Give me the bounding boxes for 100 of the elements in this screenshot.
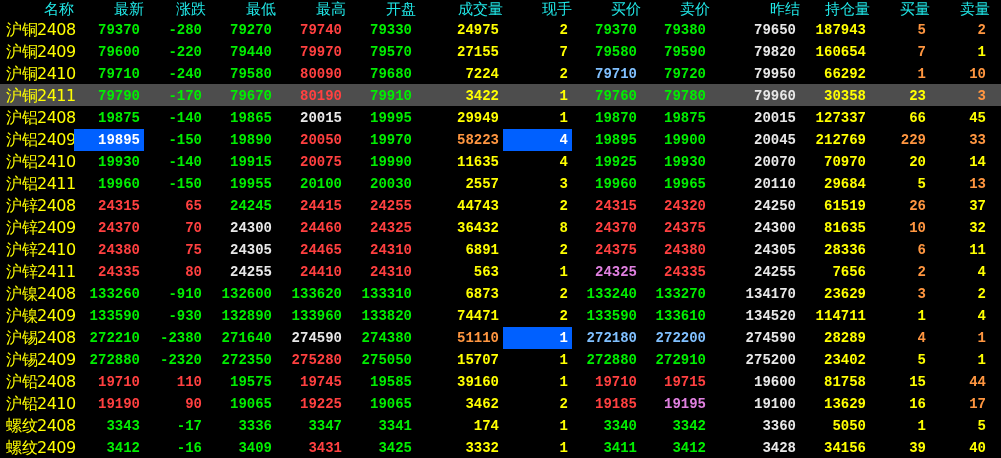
table-row[interactable]: 沪铜2411 79790 -170 79670 80190 79910 3422 1 79760 79780 79960 30358 23 3 [0,84,1001,106]
column-header[interactable]: 名称 [0,0,74,18]
cell-value: 4 [559,132,568,148]
cell-value: 79780 [664,88,706,104]
table-row[interactable]: 沪锡2408 272210 -2380 271640 274590 274380 51110 1 272180 272200 274590 28289 4 1 [0,326,1001,348]
cell-value: -220 [168,44,202,60]
cell-value: 19745 [300,374,342,390]
column-header[interactable]: 卖量 [930,0,990,18]
table-row[interactable]: 沪铝2410 19930 -140 19915 20075 19990 11635 4 19925 19930 20070 70970 20 14 [0,150,1001,172]
cell-value: 19990 [370,154,412,170]
cell-value: 24415 [300,198,342,214]
cell-value: 7 [917,44,926,60]
cell-value: 79370 [98,22,140,38]
column-header[interactable]: 最低 [206,0,276,18]
cell-value: 133620 [291,286,342,302]
column-header[interactable]: 最高 [276,0,346,18]
table-row[interactable]: 沪铜2408 79370 -280 79270 79740 79330 24975 2 79370 79380 79650 187943 5 2 [0,18,1001,40]
cell-value: 19900 [664,132,706,148]
column-header[interactable]: 现手 [503,0,572,18]
table-row[interactable]: 沪镍2408 133260 -910 132600 133620 133310 6873 2 133240 133270 134170 23629 3 2 [0,282,1001,304]
cell-value: 19925 [595,154,637,170]
contract-name: 沪铜2410 [5,63,74,85]
table-row[interactable]: 沪铝2411 19960 -150 19955 20100 20030 2557 3 19960 19965 20110 29684 5 13 [0,172,1001,194]
contract-name: 沪镍2409 [5,305,74,327]
column-header[interactable]: 成交量 [416,0,503,18]
table-row[interactable]: 螺纹2409 3412 -16 3409 3431 3425 3332 1 3411 3412 3428 34156 39 40 [0,436,1001,458]
cell-value: 3332 [465,440,499,456]
cell-value: 1 [559,374,568,390]
table-row[interactable]: 螺纹2408 3343 -17 3336 3347 3341 174 1 3340 3342 3360 5050 1 5 [0,414,1001,436]
table-row[interactable]: 沪锌2411 24335 80 24255 24410 24310 563 1 24325 24335 24255 7656 2 4 [0,260,1001,282]
cell-value: -150 [168,176,202,192]
table-row[interactable]: 沪铝2408 19875 -140 19865 20015 19995 29949 1 19870 19875 20015 127337 66 45 [0,106,1001,128]
cell-value: 24250 [754,198,796,214]
cell-value: 3462 [465,396,499,412]
cell-value: 4 [977,308,986,324]
cell-value: 79710 [595,66,637,82]
cell-value: 19865 [230,110,272,126]
cell-value: 4 [977,264,986,280]
table-row[interactable]: 沪铜2409 79600 -220 79440 79970 79570 27155 7 79580 79590 79820 160654 7 1 [0,40,1001,62]
contract-name: 沪铜2409 [5,41,74,63]
table-row[interactable]: 沪铅2408 19710 110 19575 19745 19585 39160 1 19710 19715 19600 81758 15 44 [0,370,1001,392]
table-row[interactable]: 沪锡2409 272880 -2320 272350 275280 275050 15707 1 272880 272910 275200 23402 5 1 [0,348,1001,370]
column-header[interactable]: 买量 [870,0,930,18]
cell-value: 20050 [300,132,342,148]
column-header[interactable]: 开盘 [346,0,416,18]
cell-value: -930 [168,308,202,324]
cell-value: 70970 [824,154,866,170]
cell-value: 79330 [370,22,412,38]
cell-value: 24305 [230,242,272,258]
cell-value: 19710 [595,374,637,390]
cell-value: 24325 [370,220,412,236]
table-row[interactable]: 沪锌2408 24315 65 24245 24415 24255 44743 2 24315 24320 24250 61519 26 37 [0,194,1001,216]
cell-value: 24465 [300,242,342,258]
cell-value: 212769 [815,132,866,148]
table-row[interactable]: 沪铜2410 79710 -240 79580 80090 79680 7224 2 79710 79720 79950 66292 1 10 [0,62,1001,84]
cell-value: 1 [977,44,986,60]
cell-value: 74471 [457,308,499,324]
cell-value: 132600 [221,286,272,302]
table-row[interactable]: 沪铅2410 19190 90 19065 19225 19065 3462 2 19185 19195 19100 13629 16 17 [0,392,1001,414]
cell-value: 132890 [221,308,272,324]
table-row[interactable]: 沪锌2409 24370 70 24300 24460 24325 36432 8 24370 24375 24300 81635 10 32 [0,216,1001,238]
cell-value: 2 [977,22,986,38]
table-row[interactable]: 沪镍2409 133590 -930 132890 133960 133820 74471 2 133590 133610 134520 114711 1 4 [0,304,1001,326]
cell-value: 275200 [745,352,796,368]
cell-value: 272880 [89,352,140,368]
column-header[interactable]: 涨跌 [144,0,206,18]
cell-value: 23402 [824,352,866,368]
column-header[interactable]: 持仓量 [800,0,870,18]
cell-value: 24245 [230,198,272,214]
cell-value: 20070 [754,154,796,170]
cell-value: 79790 [98,88,140,104]
cell-value: 271640 [221,330,272,346]
cell-value: 28336 [824,242,866,258]
cell-value: 24320 [664,198,706,214]
cell-value: 81758 [824,374,866,390]
column-header[interactable]: 卖价 [641,0,710,18]
cell-value: 19965 [664,176,706,192]
cell-value: 5 [917,22,926,38]
cell-value: 2 [559,22,568,38]
cell-value: 274590 [745,330,796,346]
contract-name: 沪铝2409 [5,129,74,151]
cell-value: 2 [977,286,986,302]
column-header[interactable]: 买价 [572,0,641,18]
column-header[interactable]: 最新 [74,0,144,18]
cell-value: 19710 [98,374,140,390]
cell-value: 3409 [238,440,272,456]
cell-value: 6891 [465,242,499,258]
table-row[interactable]: 沪铝2409 19895 -150 19890 20050 19970 58223 4 19895 19900 20045 212769 229 33 [0,128,1001,150]
contract-name: 沪铝2408 [5,107,74,129]
column-header[interactable]: 昨结 [710,0,800,18]
cell-value: 79580 [595,44,637,60]
cell-value: 19190 [98,396,140,412]
cell-value: -2320 [160,352,202,368]
cell-value: -140 [168,154,202,170]
cell-value: 51110 [457,330,499,346]
cell-value: 19225 [300,396,342,412]
cell-value: 19895 [595,132,637,148]
table-row[interactable]: 沪锌2410 24380 75 24305 24465 24310 6891 2 24375 24380 24305 28336 6 11 [0,238,1001,260]
cell-value: 19870 [595,110,637,126]
cell-value: 33 [969,132,986,148]
